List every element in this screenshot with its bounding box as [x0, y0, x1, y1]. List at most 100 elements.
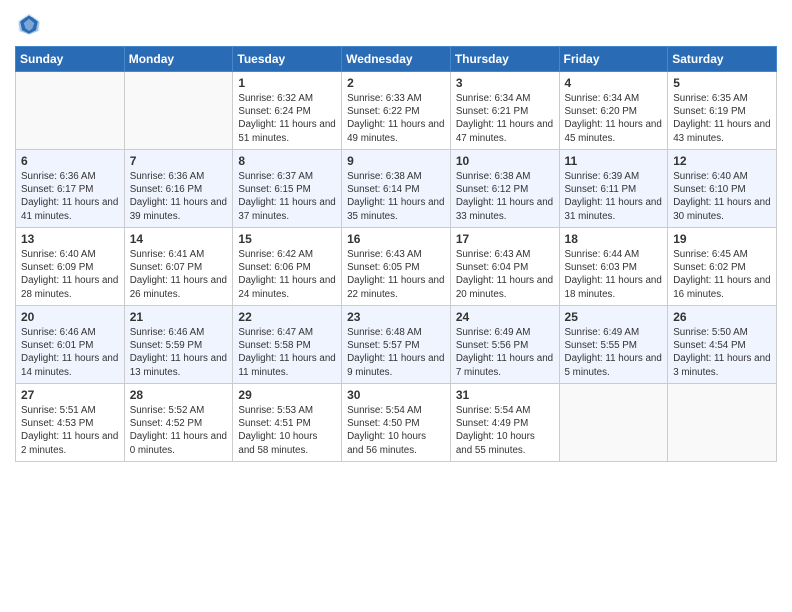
day-number: 9	[347, 154, 445, 168]
day-info: Sunrise: 6:41 AM Sunset: 6:07 PM Dayligh…	[130, 248, 228, 301]
logo	[15, 10, 47, 38]
header	[15, 10, 777, 38]
day-info: Sunrise: 6:47 AM Sunset: 5:58 PM Dayligh…	[238, 326, 336, 379]
calendar-week-row: 20Sunrise: 6:46 AM Sunset: 6:01 PM Dayli…	[16, 306, 777, 384]
weekday-header: Saturday	[668, 47, 777, 72]
weekday-header: Wednesday	[342, 47, 451, 72]
day-info: Sunrise: 6:36 AM Sunset: 6:16 PM Dayligh…	[130, 170, 228, 223]
page-container: SundayMondayTuesdayWednesdayThursdayFrid…	[0, 0, 792, 477]
calendar-day-cell: 26Sunrise: 5:50 AM Sunset: 4:54 PM Dayli…	[668, 306, 777, 384]
day-number: 24	[456, 310, 554, 324]
day-number: 16	[347, 232, 445, 246]
calendar-week-row: 13 Sunrise: 6:40 AM Sunset: 6:09 PM Dayli…	[16, 228, 777, 306]
day-info: Sunrise: 5:52 AM Sunset: 4:52 PM Dayligh…	[130, 404, 228, 457]
day-number: 1	[238, 76, 336, 90]
weekday-header: Friday	[559, 47, 668, 72]
day-number: 15	[238, 232, 336, 246]
day-number: 25	[565, 310, 663, 324]
calendar-day-cell: 21 Sunrise: 6:46 AM Sunset: 5:59 PM Dayli…	[124, 306, 233, 384]
day-info: Sunrise: 6:40 AM Sunset: 6:09 PM Dayligh…	[21, 248, 119, 301]
day-info: Sunrise: 6:48 AM Sunset: 5:57 PM Dayligh…	[347, 326, 445, 379]
day-info: Sunrise: 5:51 AM Sunset: 4:53 PM Dayligh…	[21, 404, 119, 457]
calendar-day-cell: 10Sunrise: 6:38 AM Sunset: 6:12 PM Dayli…	[450, 150, 559, 228]
calendar-day-cell: 2Sunrise: 6:33 AM Sunset: 6:22 PM Daylig…	[342, 72, 451, 150]
day-number: 28	[130, 388, 228, 402]
day-info: Sunrise: 6:43 AM Sunset: 6:05 PM Dayligh…	[347, 248, 445, 301]
day-info: Sunrise: 6:37 AM Sunset: 6:15 PM Dayligh…	[238, 170, 336, 223]
calendar-day-cell: 7 Sunrise: 6:36 AM Sunset: 6:16 PM Daylig…	[124, 150, 233, 228]
calendar-day-cell: 27 Sunrise: 5:51 AM Sunset: 4:53 PM Dayli…	[16, 384, 125, 462]
calendar-day-cell: 19 Sunrise: 6:45 AM Sunset: 6:02 PM Dayli…	[668, 228, 777, 306]
day-number: 12	[673, 154, 771, 168]
day-number: 29	[238, 388, 336, 402]
calendar-day-cell: 15Sunrise: 6:42 AM Sunset: 6:06 PM Dayli…	[233, 228, 342, 306]
calendar-day-cell: 6 Sunrise: 6:36 AM Sunset: 6:17 PM Daylig…	[16, 150, 125, 228]
calendar-header-row: SundayMondayTuesdayWednesdayThursdayFrid…	[16, 47, 777, 72]
day-info: Sunrise: 5:54 AM Sunset: 4:50 PM Dayligh…	[347, 404, 445, 457]
calendar-day-cell: 9 Sunrise: 6:38 AM Sunset: 6:14 PM Daylig…	[342, 150, 451, 228]
calendar-day-cell	[559, 384, 668, 462]
calendar-day-cell: 30 Sunrise: 5:54 AM Sunset: 4:50 PM Dayli…	[342, 384, 451, 462]
day-info: Sunrise: 6:34 AM Sunset: 6:21 PM Dayligh…	[456, 92, 554, 145]
day-number: 3	[456, 76, 554, 90]
weekday-header: Sunday	[16, 47, 125, 72]
calendar-week-row: 6 Sunrise: 6:36 AM Sunset: 6:17 PM Daylig…	[16, 150, 777, 228]
calendar-day-cell: 1 Sunrise: 6:32 AM Sunset: 6:24 PM Daylig…	[233, 72, 342, 150]
day-info: Sunrise: 6:44 AM Sunset: 6:03 PM Dayligh…	[565, 248, 663, 301]
day-number: 6	[21, 154, 119, 168]
day-info: Sunrise: 5:53 AM Sunset: 4:51 PM Dayligh…	[238, 404, 336, 457]
calendar-day-cell: 22Sunrise: 6:47 AM Sunset: 5:58 PM Dayli…	[233, 306, 342, 384]
calendar-day-cell: 24 Sunrise: 6:49 AM Sunset: 5:56 PM Dayli…	[450, 306, 559, 384]
calendar-day-cell: 13 Sunrise: 6:40 AM Sunset: 6:09 PM Dayli…	[16, 228, 125, 306]
logo-icon	[15, 10, 43, 38]
calendar-day-cell: 25 Sunrise: 6:49 AM Sunset: 5:55 PM Dayli…	[559, 306, 668, 384]
day-info: Sunrise: 6:39 AM Sunset: 6:11 PM Dayligh…	[565, 170, 663, 223]
day-info: Sunrise: 6:49 AM Sunset: 5:56 PM Dayligh…	[456, 326, 554, 379]
day-number: 30	[347, 388, 445, 402]
day-info: Sunrise: 6:45 AM Sunset: 6:02 PM Dayligh…	[673, 248, 771, 301]
day-info: Sunrise: 5:50 AM Sunset: 4:54 PM Dayligh…	[673, 326, 771, 379]
day-number: 31	[456, 388, 554, 402]
day-number: 2	[347, 76, 445, 90]
day-info: Sunrise: 5:54 AM Sunset: 4:49 PM Dayligh…	[456, 404, 554, 457]
calendar-day-cell: 23 Sunrise: 6:48 AM Sunset: 5:57 PM Dayli…	[342, 306, 451, 384]
day-number: 19	[673, 232, 771, 246]
day-number: 7	[130, 154, 228, 168]
day-number: 20	[21, 310, 119, 324]
day-number: 10	[456, 154, 554, 168]
day-number: 8	[238, 154, 336, 168]
day-number: 18	[565, 232, 663, 246]
day-number: 23	[347, 310, 445, 324]
calendar-week-row: 27 Sunrise: 5:51 AM Sunset: 4:53 PM Dayli…	[16, 384, 777, 462]
calendar-day-cell	[668, 384, 777, 462]
day-info: Sunrise: 6:32 AM Sunset: 6:24 PM Dayligh…	[238, 92, 336, 145]
calendar-week-row: 1 Sunrise: 6:32 AM Sunset: 6:24 PM Daylig…	[16, 72, 777, 150]
day-info: Sunrise: 6:36 AM Sunset: 6:17 PM Dayligh…	[21, 170, 119, 223]
calendar-table: SundayMondayTuesdayWednesdayThursdayFrid…	[15, 46, 777, 462]
day-info: Sunrise: 6:43 AM Sunset: 6:04 PM Dayligh…	[456, 248, 554, 301]
calendar-day-cell: 3 Sunrise: 6:34 AM Sunset: 6:21 PM Daylig…	[450, 72, 559, 150]
calendar-day-cell: 28 Sunrise: 5:52 AM Sunset: 4:52 PM Dayli…	[124, 384, 233, 462]
calendar-day-cell: 11 Sunrise: 6:39 AM Sunset: 6:11 PM Dayli…	[559, 150, 668, 228]
calendar-day-cell	[124, 72, 233, 150]
calendar-day-cell	[16, 72, 125, 150]
day-number: 4	[565, 76, 663, 90]
day-info: Sunrise: 6:38 AM Sunset: 6:14 PM Dayligh…	[347, 170, 445, 223]
day-info: Sunrise: 6:49 AM Sunset: 5:55 PM Dayligh…	[565, 326, 663, 379]
day-number: 21	[130, 310, 228, 324]
day-number: 5	[673, 76, 771, 90]
day-number: 17	[456, 232, 554, 246]
calendar-day-cell: 12Sunrise: 6:40 AM Sunset: 6:10 PM Dayli…	[668, 150, 777, 228]
day-number: 11	[565, 154, 663, 168]
day-info: Sunrise: 6:46 AM Sunset: 5:59 PM Dayligh…	[130, 326, 228, 379]
calendar-day-cell: 17 Sunrise: 6:43 AM Sunset: 6:04 PM Dayli…	[450, 228, 559, 306]
day-number: 13	[21, 232, 119, 246]
day-number: 27	[21, 388, 119, 402]
calendar-day-cell: 16 Sunrise: 6:43 AM Sunset: 6:05 PM Dayli…	[342, 228, 451, 306]
day-info: Sunrise: 6:35 AM Sunset: 6:19 PM Dayligh…	[673, 92, 771, 145]
weekday-header: Tuesday	[233, 47, 342, 72]
calendar-day-cell: 14Sunrise: 6:41 AM Sunset: 6:07 PM Dayli…	[124, 228, 233, 306]
calendar-day-cell: 18 Sunrise: 6:44 AM Sunset: 6:03 PM Dayli…	[559, 228, 668, 306]
day-info: Sunrise: 6:34 AM Sunset: 6:20 PM Dayligh…	[565, 92, 663, 145]
weekday-header: Monday	[124, 47, 233, 72]
